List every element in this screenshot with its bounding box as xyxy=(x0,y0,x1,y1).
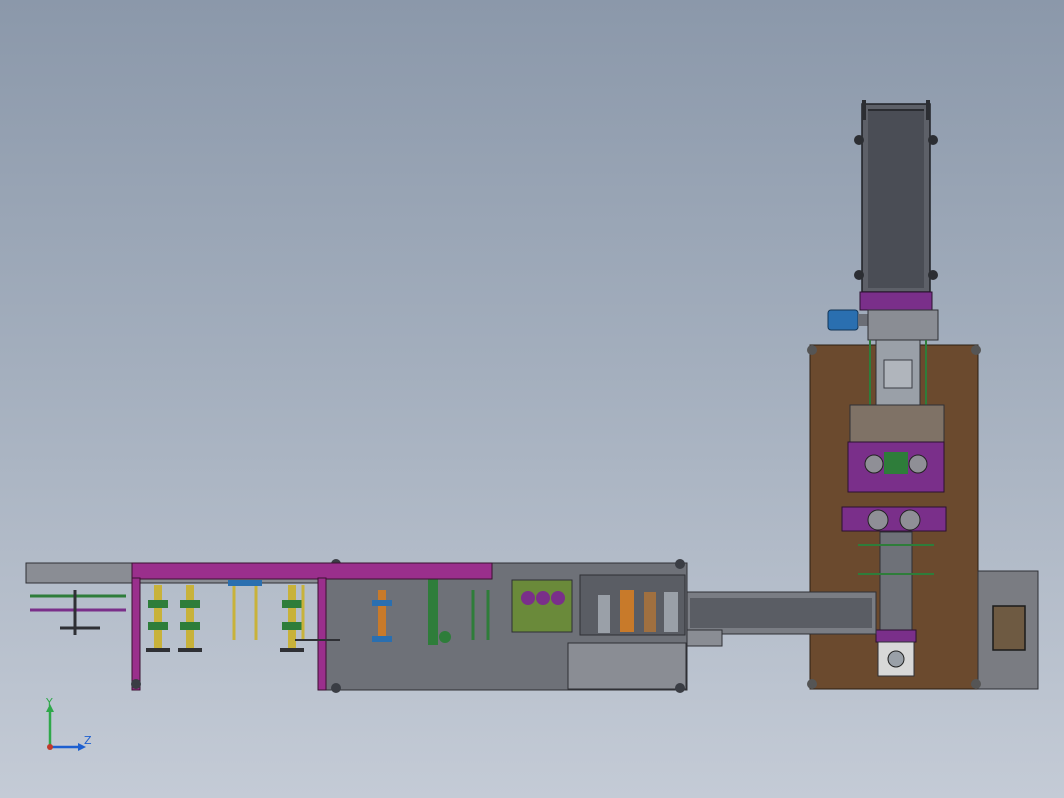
mount-bracket xyxy=(867,309,939,341)
conveyor-belt xyxy=(868,110,924,288)
coordinate-triad: Y Z xyxy=(38,696,98,760)
base-foot xyxy=(807,679,817,689)
conveyor-roller xyxy=(928,135,938,145)
conveyor-roller xyxy=(854,135,864,145)
drive-motor-assembly[interactable] xyxy=(827,291,939,341)
base-foot xyxy=(971,679,981,689)
spring-stack[interactable] xyxy=(178,585,202,652)
y-axis-label: Y xyxy=(46,696,53,709)
conveyor-roller xyxy=(928,270,938,280)
spring-stack[interactable] xyxy=(146,585,170,652)
vertical-belt-conveyor[interactable] xyxy=(854,100,938,293)
conveyor-roller xyxy=(854,270,864,280)
purple-mount-block[interactable] xyxy=(859,291,933,311)
base-foot xyxy=(807,345,817,355)
control-box-window xyxy=(992,605,1026,651)
z-axis-label: Z xyxy=(84,734,92,747)
graphics-viewport[interactable]: Y Z xyxy=(0,0,1064,798)
drive-motor[interactable] xyxy=(827,309,859,331)
base-foot xyxy=(971,345,981,355)
triad-axes xyxy=(46,704,86,751)
cad-assembly-model[interactable] xyxy=(0,0,1064,798)
spring-stack[interactable] xyxy=(280,585,304,652)
